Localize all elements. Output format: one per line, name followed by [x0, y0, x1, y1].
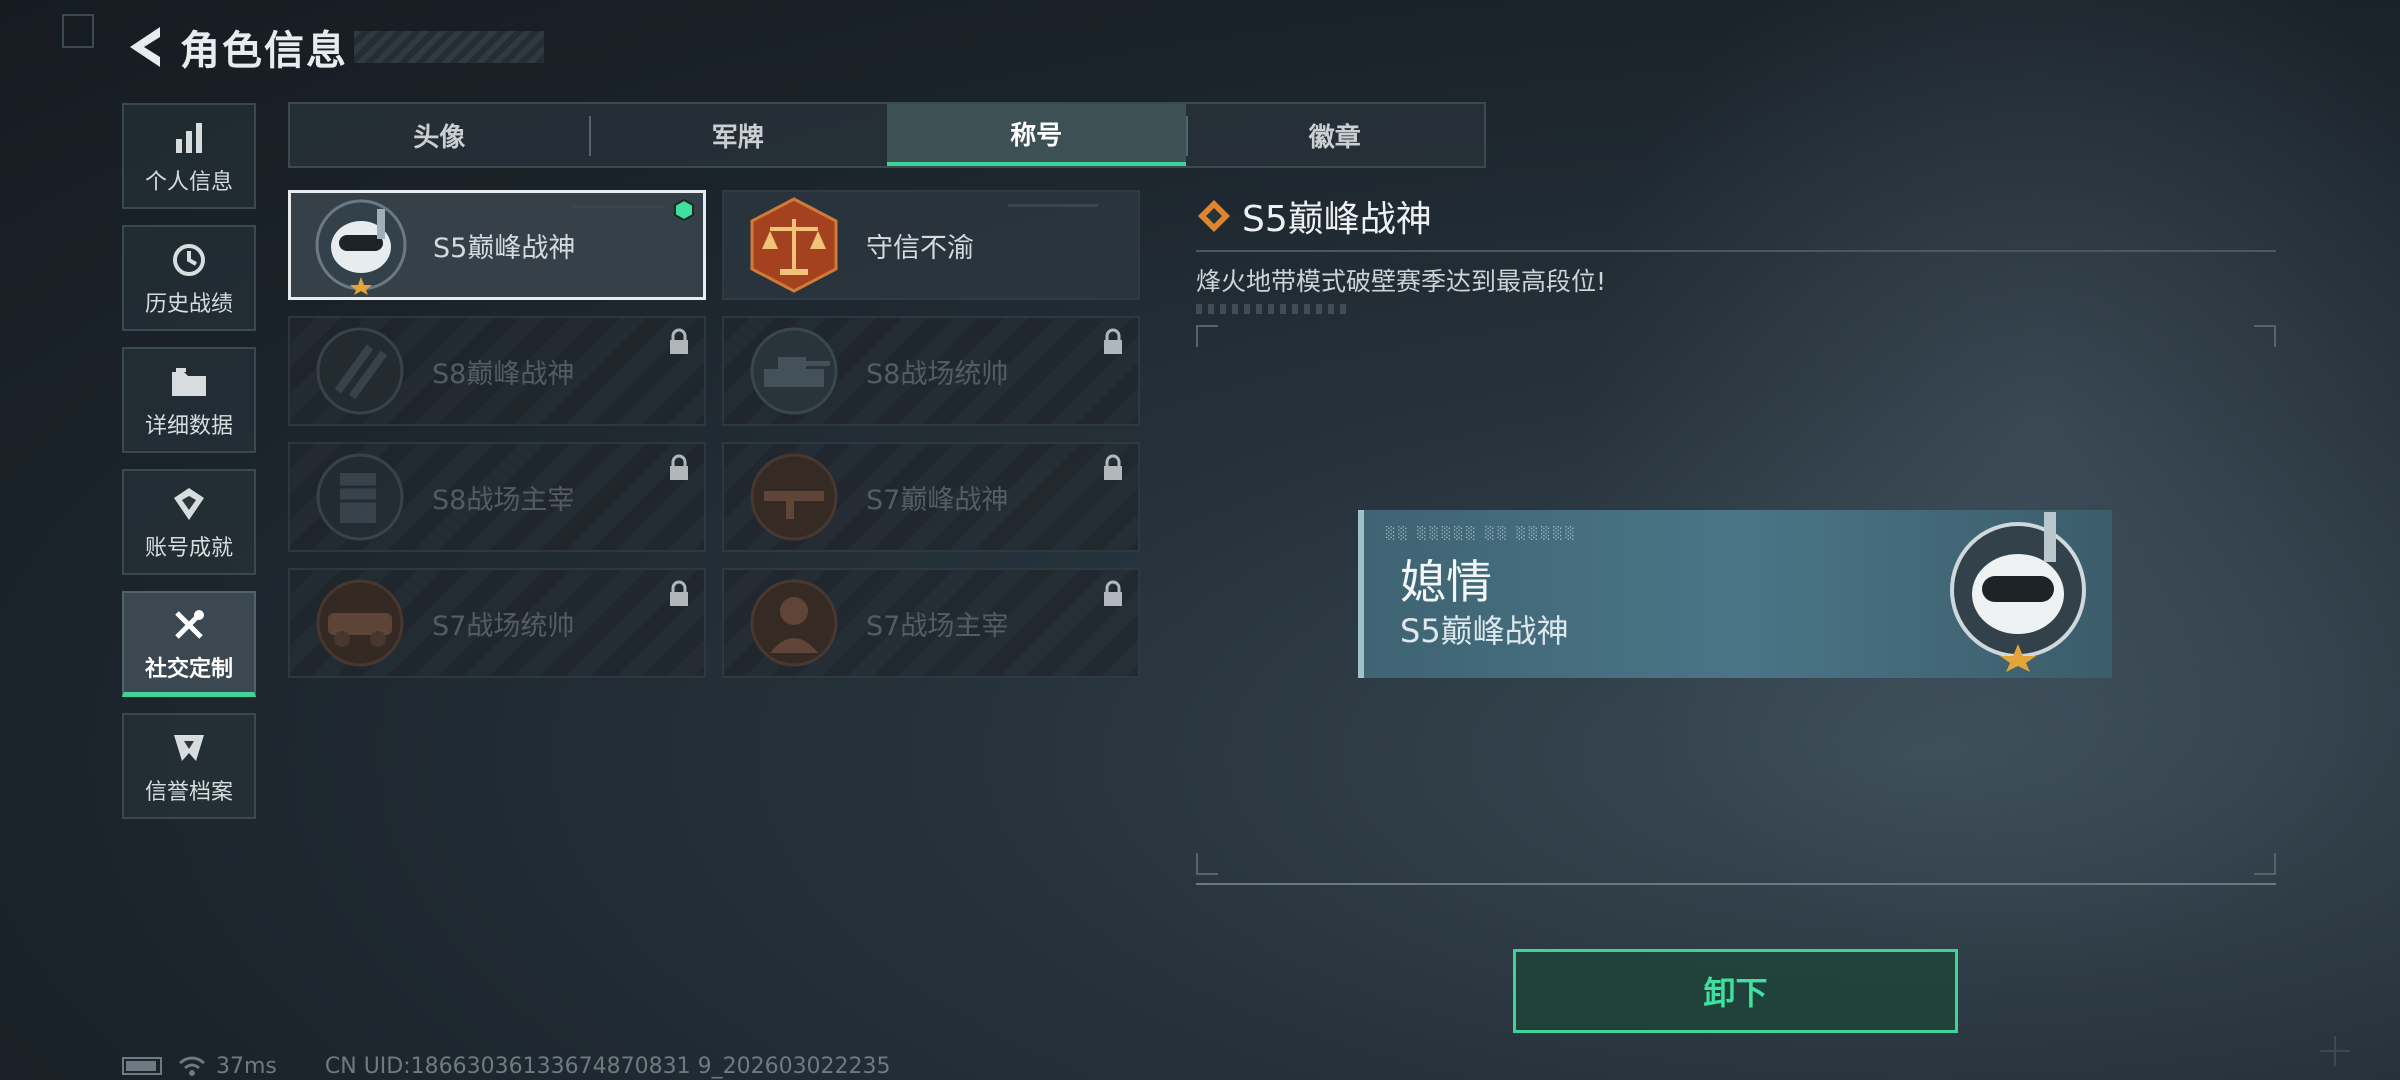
- soldier-emblem-icon: [750, 579, 838, 667]
- crosshair-icon: [2320, 1036, 2350, 1066]
- folder-icon: [170, 360, 208, 404]
- lock-icon: [670, 454, 688, 480]
- detail-title-row: S5巅峰战神: [1196, 190, 2276, 242]
- history-icon: [171, 238, 207, 282]
- nameplate-player-name: 媳情: [1400, 555, 1492, 609]
- bar-chart-icon: [172, 116, 206, 160]
- diver-skull-emblem-icon: [1950, 512, 2086, 672]
- back-button[interactable]: [120, 22, 172, 72]
- lock-icon: [1104, 328, 1122, 354]
- status-bar: 37ms CN UID:18663036133674870831 9_20260…: [122, 1053, 891, 1079]
- sidebar: 个人信息 历史战绩 详细数据 账号成就 社交定制 信誉档案: [122, 103, 260, 835]
- title-card-trustworthy[interactable]: 守信不渝: [722, 190, 1140, 300]
- lock-icon: [1104, 580, 1122, 606]
- tank-emblem-icon: [750, 327, 838, 415]
- tools-icon: [171, 603, 207, 647]
- title-card-name: S5巅峰战神: [433, 232, 576, 264]
- tab-avatar[interactable]: 头像: [290, 104, 589, 166]
- user-uid: CN UID:18663036133674870831 9_2026030222…: [324, 1053, 891, 1079]
- title-card-s7-peak-god[interactable]: S7巅峰战神: [722, 442, 1140, 552]
- lock-icon: [670, 580, 688, 606]
- title-card-name: S7战场统帅: [432, 610, 575, 642]
- title-card-s8-battle-marshal[interactable]: S8战场统帅: [722, 316, 1140, 426]
- tab-bar: 头像 军牌 称号 徽章: [288, 102, 1486, 168]
- title-card-name: S8战场主宰: [432, 484, 575, 516]
- card-decoration: [573, 205, 663, 208]
- frame-corner: [1196, 853, 1218, 875]
- page-title: 角色信息: [180, 28, 348, 74]
- battery-icon: [122, 1057, 162, 1075]
- sidebar-item-label: 个人信息: [144, 170, 233, 195]
- scales-justice-emblem-icon: [750, 197, 838, 293]
- title-card-name: 守信不渝: [866, 232, 974, 264]
- lock-icon: [1104, 454, 1122, 480]
- sidebar-item-label: 社交定制: [144, 656, 233, 682]
- divider: [1196, 250, 2276, 252]
- preview-baseline: [1196, 883, 2276, 885]
- frame-corner: [2254, 853, 2276, 875]
- title-card-name: S7巅峰战神: [866, 484, 1009, 516]
- title-card-s7-battle-dominator[interactable]: S7战场主宰: [722, 568, 1140, 678]
- detail-decoration: [1196, 304, 1346, 314]
- medal-icon: [172, 482, 206, 526]
- detail-description: 烽火地带模式破壁赛季达到最高段位!: [1196, 267, 1607, 296]
- sidebar-item-achievements[interactable]: 账号成就: [122, 469, 256, 575]
- back-arrow-icon: [130, 27, 160, 67]
- title-card-s8-battle-dominator[interactable]: S8战场主宰: [288, 442, 706, 552]
- wifi-icon: [179, 1056, 205, 1076]
- title-detail: S5巅峰战神 烽火地带模式破壁赛季达到最高段位!: [1196, 190, 2276, 314]
- lock-icon: [670, 328, 688, 354]
- stripes-emblem-icon: [316, 327, 404, 415]
- sidebar-item-label: 历史战绩: [144, 292, 233, 317]
- sidebar-item-label: 账号成就: [144, 536, 233, 561]
- sidebar-item-label: 信誉档案: [144, 780, 233, 805]
- tab-dogtag[interactable]: 军牌: [588, 104, 888, 166]
- sidebar-item-detailed-data[interactable]: 详细数据: [122, 347, 256, 453]
- title-card-s7-battle-marshal[interactable]: S7战场统帅: [288, 568, 706, 678]
- sidebar-item-label: 详细数据: [144, 414, 233, 439]
- nameplate-preview: ░░ ░░░░░ ░░ ░░░░░ 媳情 S5巅峰战神: [1358, 510, 2112, 678]
- building-emblem-icon: [316, 453, 404, 541]
- title-card-s8-peak-god[interactable]: S8巅峰战神: [288, 316, 706, 426]
- sidebar-item-social-custom[interactable]: 社交定制: [122, 591, 256, 697]
- vehicle-emblem-icon: [316, 579, 404, 667]
- page-header: 角色信息: [120, 22, 544, 74]
- title-decoration: [354, 31, 544, 63]
- card-decoration: [1008, 204, 1098, 207]
- nameplate-decoration: ░░ ░░░░░ ░░ ░░░░░: [1386, 526, 1578, 540]
- unload-button[interactable]: 卸下: [1513, 949, 1958, 1033]
- nameplate-title: S5巅峰战神: [1400, 612, 1569, 650]
- title-card-name: S8战场统帅: [866, 358, 1009, 390]
- title-card-name: S8巅峰战神: [432, 358, 575, 390]
- shield-icon: [172, 726, 206, 770]
- equipped-indicator-icon: [674, 199, 694, 221]
- sidebar-item-history[interactable]: 历史战绩: [122, 225, 256, 331]
- corner-marker: [62, 14, 94, 48]
- tab-badge[interactable]: 徽章: [1185, 104, 1485, 166]
- ping-value: 37ms: [216, 1053, 277, 1079]
- diamond-marker-icon: [1198, 200, 1230, 232]
- frame-corner: [2254, 325, 2276, 347]
- detail-title: S5巅峰战神: [1242, 199, 1432, 240]
- title-card-name: S7战场主宰: [866, 610, 1009, 642]
- frame-corner: [1196, 325, 1218, 347]
- rifle-emblem-icon: [750, 453, 838, 541]
- sidebar-item-reputation[interactable]: 信誉档案: [122, 713, 256, 819]
- tab-title[interactable]: 称号: [887, 104, 1186, 166]
- sidebar-item-personal-info[interactable]: 个人信息: [122, 103, 256, 209]
- diver-skull-emblem-icon: [315, 199, 407, 295]
- title-card-s5-peak-god[interactable]: S5巅峰战神: [288, 190, 706, 300]
